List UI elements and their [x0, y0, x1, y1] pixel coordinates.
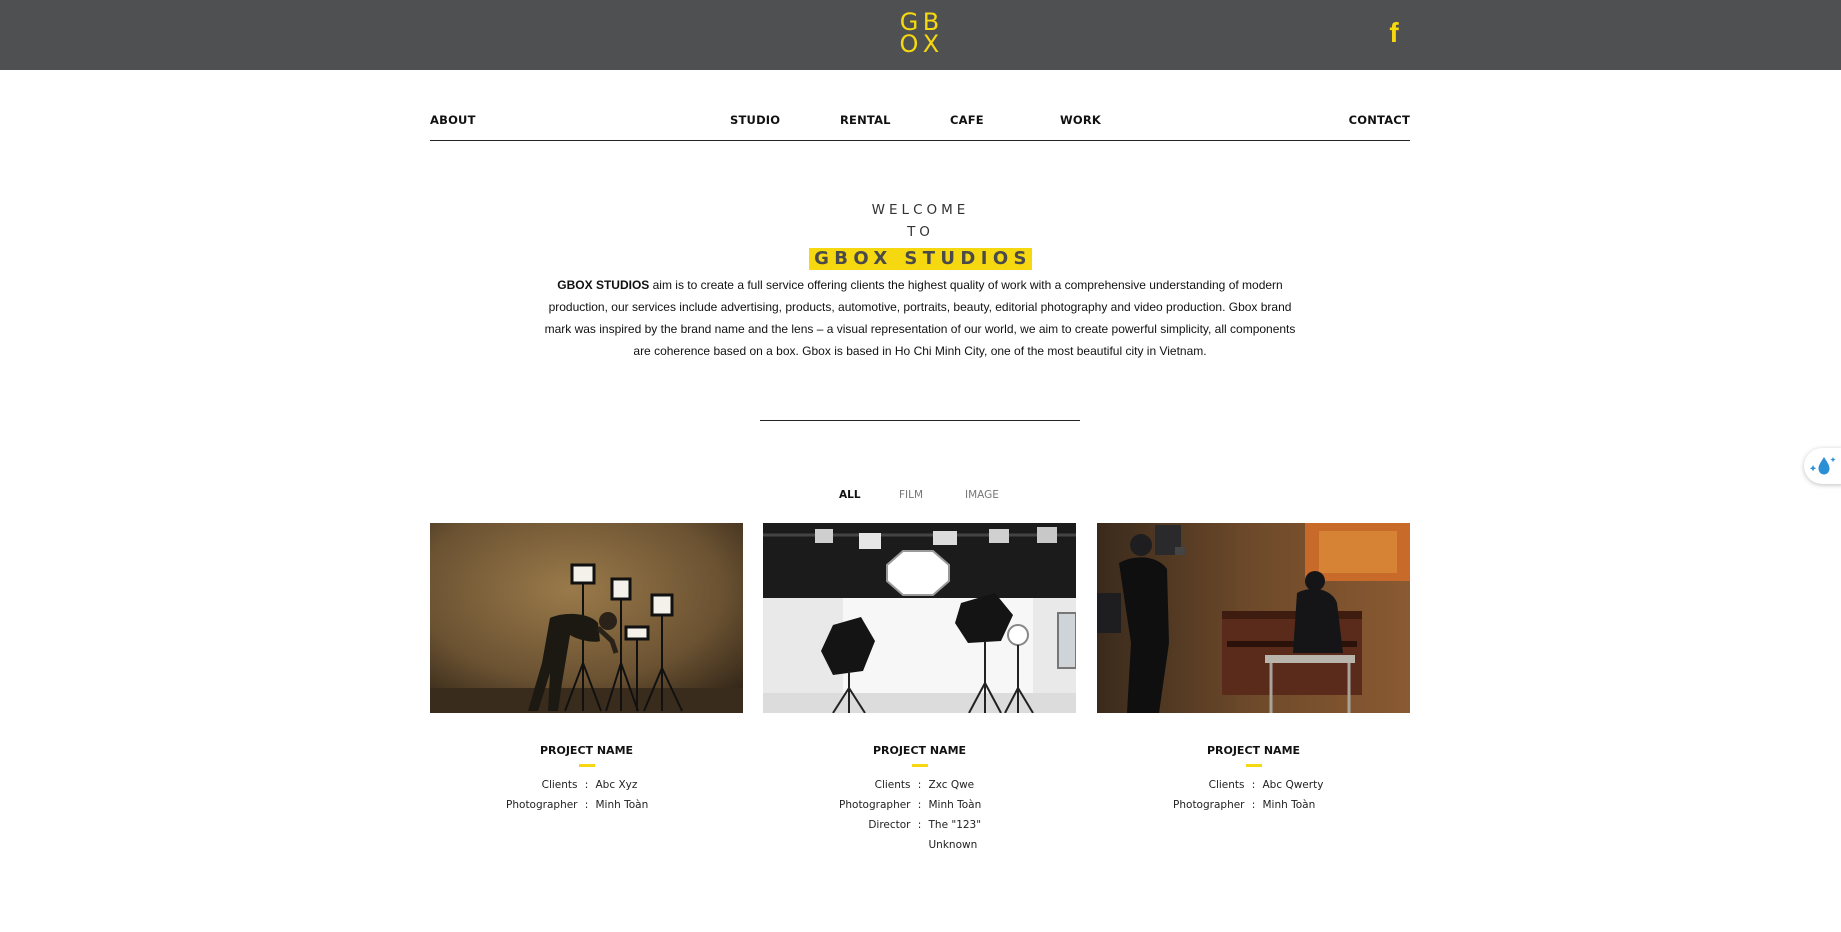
- meta-separator: :: [917, 819, 922, 831]
- project-image[interactable]: [1097, 523, 1410, 713]
- meta-row: Clients : Abc Qwerty: [1097, 775, 1410, 795]
- intro-text: aim is to create a full service offering…: [544, 278, 1296, 358]
- nav-item-studio[interactable]: STUDIO: [730, 113, 780, 127]
- project-info: PROJECT NAME Clients : Abc Xyz Photograp…: [430, 744, 743, 815]
- title-underline: [1245, 764, 1262, 767]
- facebook-icon[interactable]: f: [1387, 19, 1401, 47]
- meta-row: Photographer : Minh Toàn: [1097, 795, 1410, 815]
- meta-value: The "123" Unknown: [928, 819, 982, 851]
- project-meta: Clients : Abc Qwerty Photographer : Minh…: [1097, 775, 1410, 815]
- nav-item-about[interactable]: ABOUT: [430, 113, 476, 127]
- meta-separator: :: [584, 799, 589, 811]
- brand-heading-wrap: GBOX STUDIOS: [0, 248, 1841, 270]
- meta-value: Minh Toàn: [595, 799, 649, 811]
- project-title[interactable]: PROJECT NAME: [1097, 744, 1410, 757]
- meta-label: Clients: [541, 779, 578, 791]
- droplet-sparkle-icon: [1809, 457, 1836, 475]
- intro-paragraph: GBOX STUDIOS aim is to create a full ser…: [540, 274, 1300, 362]
- floating-widget-button[interactable]: [1804, 448, 1841, 484]
- meta-row: Director : The "123" Unknown: [763, 815, 1076, 855]
- meta-label: Photographer: [506, 799, 578, 811]
- nav-item-cafe[interactable]: CAFE: [950, 113, 984, 127]
- meta-value: Minh Toàn: [1262, 799, 1316, 811]
- meta-label: Clients: [874, 779, 911, 791]
- title-underline: [578, 764, 595, 767]
- project-info: PROJECT NAME Clients : Zxc Qwe Photograp…: [763, 744, 1076, 855]
- meta-value: Abc Xyz: [595, 779, 638, 791]
- meta-row: Clients : Abc Xyz: [430, 775, 743, 795]
- project-meta: Clients : Abc Xyz Photographer : Minh To…: [430, 775, 743, 815]
- project-meta: Clients : Zxc Qwe Photographer : Minh To…: [763, 775, 1076, 855]
- brand-heading: GBOX STUDIOS: [809, 248, 1032, 270]
- project-title[interactable]: PROJECT NAME: [430, 744, 743, 757]
- meta-separator: :: [1251, 799, 1256, 811]
- main-nav: ABOUT STUDIO RENTAL CAFE WORK CONTACT: [430, 105, 1410, 141]
- meta-label: Clients: [1208, 779, 1245, 791]
- section-divider: [760, 420, 1080, 421]
- meta-row: Photographer : Minh Toàn: [430, 795, 743, 815]
- welcome-heading: WELCOME: [871, 202, 970, 218]
- meta-label: Photographer: [839, 799, 911, 811]
- gbox-logo[interactable]: G B O X: [898, 10, 942, 58]
- welcome-to: TO: [907, 224, 934, 240]
- project-filters: ALL FILM IMAGE: [0, 489, 1841, 505]
- filter-image[interactable]: IMAGE: [965, 489, 999, 501]
- logo-letter: O: [899, 30, 919, 58]
- meta-separator: :: [584, 779, 589, 791]
- project-image[interactable]: [430, 523, 743, 713]
- meta-separator: :: [917, 779, 922, 791]
- intro-lead: GBOX STUDIOS: [557, 278, 650, 292]
- header-bar: G B O X f: [0, 0, 1841, 70]
- project-info: PROJECT NAME Clients : Abc Qwerty Photog…: [1097, 744, 1410, 815]
- meta-label: Photographer: [1173, 799, 1245, 811]
- filter-film[interactable]: FILM: [899, 489, 923, 501]
- meta-label: Director: [868, 819, 911, 831]
- project-image[interactable]: [763, 523, 1076, 713]
- title-underline: [911, 764, 928, 767]
- meta-row: Photographer : Minh Toàn: [763, 795, 1076, 815]
- filter-all[interactable]: ALL: [839, 489, 861, 501]
- logo-letter: X: [922, 30, 940, 58]
- meta-value: Zxc Qwe: [928, 779, 975, 791]
- nav-item-rental[interactable]: RENTAL: [840, 113, 891, 127]
- nav-item-contact[interactable]: CONTACT: [1349, 113, 1410, 127]
- meta-separator: :: [1251, 779, 1256, 791]
- meta-separator: :: [917, 799, 922, 811]
- meta-value: Minh Toàn: [928, 799, 982, 811]
- nav-item-work[interactable]: WORK: [1060, 113, 1101, 127]
- meta-value: Abc Qwerty: [1262, 779, 1324, 791]
- project-title[interactable]: PROJECT NAME: [763, 744, 1076, 757]
- meta-row: Clients : Zxc Qwe: [763, 775, 1076, 795]
